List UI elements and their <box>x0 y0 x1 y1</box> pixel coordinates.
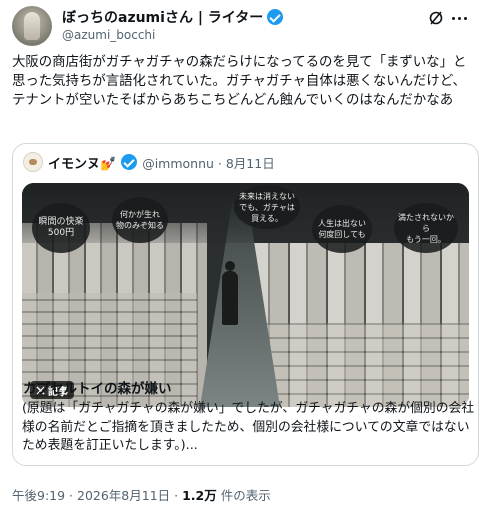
quoted-avatar <box>23 152 43 172</box>
quoted-header: イモンヌ💅 @immonnu · 8月11日 <box>23 152 275 172</box>
verified-badge-icon <box>121 154 138 170</box>
image-sign: 未来は消えない でも、ガチャは 買える。 <box>234 185 300 229</box>
tweet-meta: 午後9:19 · 2026年8月11日 · 1.2万 件の表示 <box>12 485 271 504</box>
tweet-text: 大阪の商店街がガチャガチャの森だらけになってるのを見て「まずいな」と思った気持ち… <box>12 55 467 108</box>
verified-badge-icon[interactable] <box>267 9 284 25</box>
capsule-machine-rows-right <box>252 323 469 407</box>
article-description: (原題は「ガチャガチャの森が嫌い」でしたが、ガチャガチャの森が個別の会社様の名前… <box>22 401 475 453</box>
image-sign: 満たされないから もう一回。 <box>394 203 458 253</box>
author-name-row: ぼっちのazumiさん | ライター <box>62 7 284 27</box>
person-silhouette <box>222 261 238 325</box>
author-avatar[interactable] <box>12 6 52 46</box>
image-sign: 何かが生れ 物のみぞ知る <box>112 197 168 243</box>
image-sign: 瞬間の快楽 500円 <box>32 203 90 253</box>
grok-icon[interactable] <box>428 10 444 26</box>
author-display-name[interactable]: ぼっちのazumiさん | ライター <box>62 7 263 27</box>
article-cover-image[interactable]: 瞬間の快楽 500円 何かが生れ 物のみぞ知る 未来は消えない でも、ガチャは … <box>22 183 469 407</box>
quoted-handle-date: @immonnu · 8月11日 <box>142 155 275 171</box>
tweet-header: ぼっちのazumiさん | ライター @azumi_bocchi <box>12 6 474 46</box>
article-title[interactable]: カプセルトイの森が嫌い <box>23 377 172 397</box>
image-sign: 人生は出ない 何度回しても <box>312 205 372 253</box>
tweet-timestamp[interactable]: 午後9:19 · 2026年8月11日 · <box>12 488 182 503</box>
avatar-figure <box>24 12 40 40</box>
more-icon[interactable] <box>452 10 470 26</box>
quoted-display-name: イモンヌ💅 <box>48 156 117 172</box>
view-count-suffix: 件の表示 <box>216 488 271 503</box>
quoted-tweet-card[interactable]: イモンヌ💅 @immonnu · 8月11日 瞬間の快楽 500円 何かが生れ … <box>12 143 479 466</box>
view-count: 1.2万 <box>182 488 217 503</box>
author-handle[interactable]: @azumi_bocchi <box>62 28 155 42</box>
